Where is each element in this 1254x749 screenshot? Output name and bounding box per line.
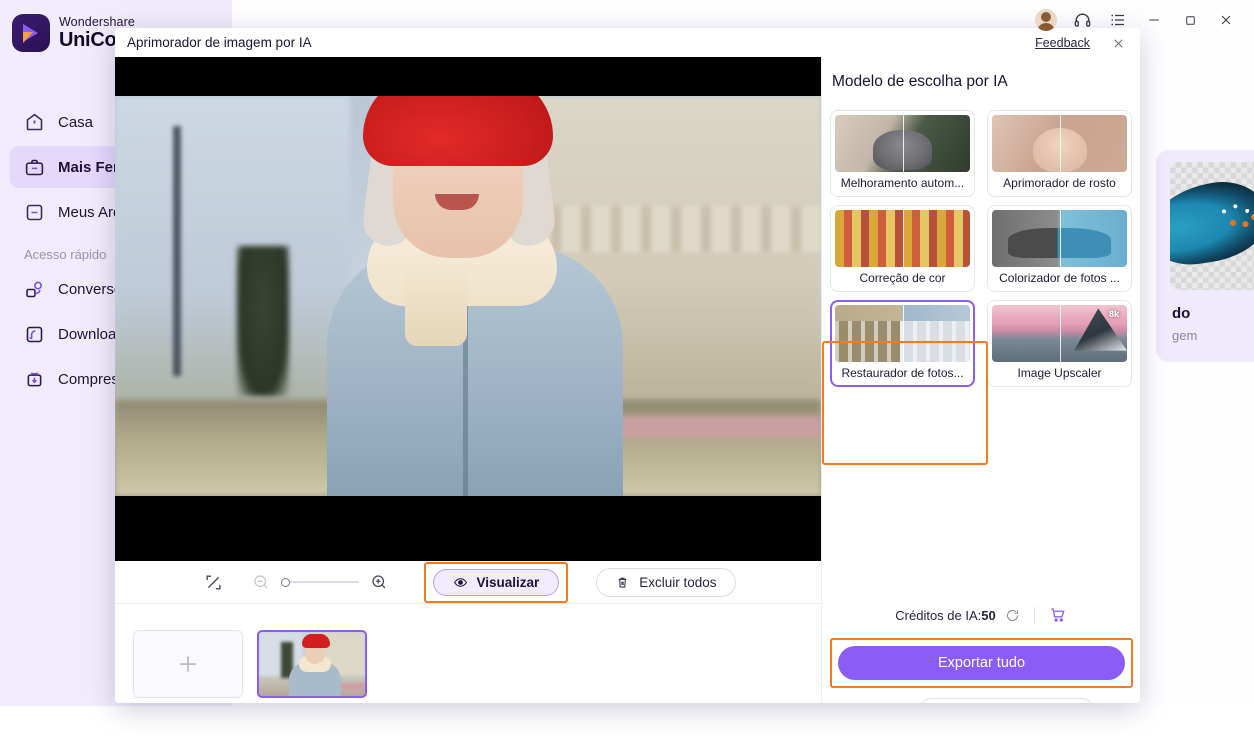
ai-credits-value: 50 — [981, 607, 996, 623]
model-thumbnail — [835, 115, 970, 172]
files-icon — [24, 202, 45, 223]
zoom-in-icon[interactable] — [368, 571, 390, 593]
model-grid: Melhoramento autom... Aprimorador de ros… — [830, 110, 1132, 387]
brand-name-top: Wondershare — [59, 14, 135, 29]
ai-image-enhancer-dialog: Aprimorador de imagem por IA Feedback Vi… — [115, 28, 1140, 703]
ai-credits-label: Créditos de IA: — [895, 607, 982, 623]
photo-subject-scarf-tail — [405, 264, 467, 346]
model-thumbnail — [992, 115, 1127, 172]
close-button[interactable] — [1208, 6, 1244, 34]
model-card-restaurador-de-fotos[interactable]: Restaurador de fotos... — [830, 300, 975, 387]
model-card-label: Restaurador de fotos... — [841, 366, 964, 380]
zoom-out-icon[interactable] — [250, 571, 272, 593]
converter-icon — [24, 279, 45, 300]
eye-icon — [453, 575, 468, 590]
model-card-correcao-de-cor[interactable]: Correção de cor — [830, 205, 975, 292]
model-panel-title: Modelo de escolha por IA — [832, 73, 1008, 90]
thumb-beret — [302, 634, 330, 648]
output-location-row: Localização ... D:\Wondershare UniCon — [830, 698, 1133, 703]
refresh-icon[interactable] — [1005, 608, 1020, 623]
model-thumbnail: 8k — [992, 305, 1127, 362]
photo-building-left — [115, 96, 350, 426]
cart-icon[interactable] — [1049, 606, 1067, 624]
butterfly-graphic — [1170, 175, 1254, 271]
feature-card-image — [1170, 162, 1254, 290]
model-card-aprimorador-de-rosto[interactable]: Aprimorador de rosto — [987, 110, 1132, 197]
model-card-label: Colorizador de fotos ... — [999, 271, 1120, 285]
feedback-link[interactable]: Feedback — [1035, 36, 1090, 50]
minimize-button[interactable] — [1136, 6, 1172, 34]
model-card-label: Image Upscaler — [1017, 366, 1102, 380]
model-card-label: Aprimorador de rosto — [1003, 176, 1116, 190]
toolbox-icon — [24, 157, 45, 178]
model-card-colorizador-de-fotos[interactable]: Colorizador de fotos ... — [987, 205, 1132, 292]
model-thumbnail — [835, 210, 970, 267]
location-select[interactable]: D:\Wondershare UniCon — [918, 698, 1094, 703]
model-thumbnail — [835, 305, 970, 362]
export-highlight: Exportar tudo — [830, 638, 1133, 688]
preview-column: Visualizar Excluir todos — [115, 57, 821, 703]
resolution-badge: 8k — [1108, 309, 1119, 319]
photo-subject-beret — [363, 96, 553, 166]
sidebar-item-label: Casa — [58, 113, 94, 131]
zoom-slider-track — [285, 581, 360, 583]
download-icon — [24, 324, 45, 345]
zoom-slider[interactable] — [281, 575, 360, 589]
list-item[interactable] — [257, 630, 367, 698]
dialog-title-bar: Aprimorador de imagem por IA — [115, 28, 1140, 57]
preview-button[interactable]: Visualizar — [433, 568, 560, 596]
zoom-slider-handle[interactable] — [281, 577, 291, 587]
photo-tree — [237, 246, 289, 396]
visualizar-highlight: Visualizar — [424, 561, 569, 603]
ai-credits-row: Créditos de IA: 50 — [822, 606, 1140, 624]
divider — [1033, 607, 1035, 623]
model-thumbnail — [992, 210, 1127, 267]
account-button[interactable] — [1028, 6, 1064, 34]
compressor-icon — [24, 369, 45, 390]
preview-button-label: Visualizar — [476, 574, 540, 590]
folder-icon[interactable] — [1103, 702, 1121, 704]
add-image-button[interactable] — [133, 630, 243, 698]
avatar — [1035, 9, 1057, 31]
photo-lamppost — [173, 126, 181, 376]
trash-icon — [615, 575, 630, 590]
screen: Wondershare UniConverter Casa — [0, 0, 1254, 749]
delete-all-button[interactable]: Excluir todos — [596, 567, 736, 597]
model-card-image-upscaler[interactable]: 8k Image Upscaler — [987, 300, 1132, 387]
maximize-button[interactable] — [1172, 6, 1208, 34]
feature-card-subtitle: gem — [1172, 328, 1198, 343]
dialog-close-button[interactable] — [1108, 34, 1128, 52]
model-card-label: Correção de cor — [859, 271, 946, 285]
image-preview-stage[interactable] — [115, 57, 821, 561]
model-card-label: Melhoramento autom... — [840, 176, 965, 190]
model-card-melhoramento-automatico[interactable]: Melhoramento autom... — [830, 110, 975, 197]
preview-toolbar: Visualizar Excluir todos — [115, 561, 821, 604]
thumbnail-strip — [115, 604, 821, 703]
export-all-button[interactable]: Exportar tudo — [838, 646, 1125, 680]
fit-screen-icon[interactable] — [200, 569, 226, 595]
feature-card-background[interactable]: do gem — [1156, 150, 1254, 362]
window-controls — [1028, 6, 1244, 34]
wondershare-logo-icon — [12, 14, 50, 52]
preview-photo — [115, 96, 821, 496]
support-button[interactable] — [1064, 6, 1100, 34]
menu-button[interactable] — [1100, 6, 1136, 34]
dialog-title: Aprimorador de imagem por IA — [127, 35, 312, 50]
feature-card-title: do — [1172, 305, 1191, 322]
home-icon — [24, 112, 45, 133]
model-panel: Modelo de escolha por IA Melhoramento au… — [821, 57, 1140, 703]
delete-all-label: Excluir todos — [639, 574, 717, 590]
